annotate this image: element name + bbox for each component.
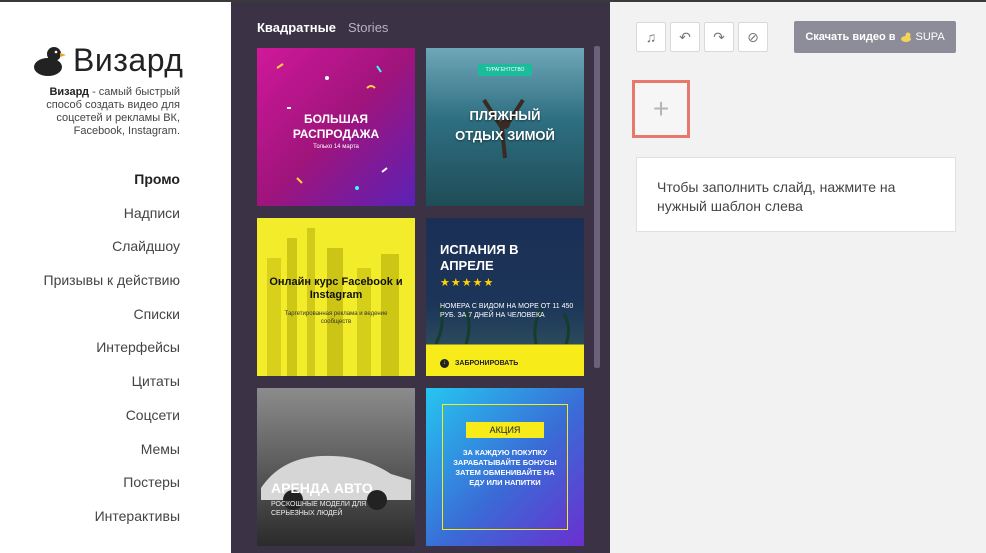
template-subtitle: Таргетированная реклама и ведение сообще… bbox=[284, 311, 388, 325]
menu-item-interfaces[interactable]: Интерфейсы bbox=[44, 336, 180, 370]
mute-icon: ⊘ bbox=[747, 28, 759, 45]
music-icon: ♫ bbox=[645, 29, 657, 45]
format-tabs: Квадратные Stories bbox=[257, 20, 388, 35]
menu-item-memes[interactable]: Мемы bbox=[44, 438, 180, 472]
template-subtitle: Роскошные модели для серьезных людей bbox=[271, 501, 367, 517]
template-cta: ↓ Забронировать bbox=[440, 359, 518, 368]
undo-icon: ↶ bbox=[679, 28, 691, 45]
template-subtitle: Номера с видом на море от 11 450 руб. за… bbox=[440, 303, 574, 319]
music-button[interactable]: ♫ bbox=[636, 22, 666, 52]
template-cta-label: Забронировать bbox=[455, 360, 519, 367]
template-title: Большая распродажа bbox=[292, 112, 380, 141]
arrow-down-icon: ↓ bbox=[440, 359, 449, 368]
hint-text: Чтобы заполнить слайд, нажмите на нужный… bbox=[657, 179, 896, 214]
empty-slide-hint: Чтобы заполнить слайд, нажмите на нужный… bbox=[636, 157, 956, 232]
tagline: Визард - самый быстрый способ создать ви… bbox=[30, 86, 180, 138]
duck-icon bbox=[34, 46, 66, 76]
logo[interactable]: Визард bbox=[31, 42, 183, 79]
template-title: Испания в апреле bbox=[440, 242, 519, 273]
redo-button[interactable]: ↷ bbox=[704, 22, 734, 52]
template-title: Аренда авто bbox=[271, 480, 373, 496]
template-card-spain[interactable]: Испания в апреле ★★★★★ Номера с видом на… bbox=[426, 218, 584, 376]
menu-item-quotes[interactable]: Цитаты bbox=[44, 370, 180, 404]
undo-button[interactable]: ↶ bbox=[670, 22, 700, 52]
redo-icon: ↷ bbox=[713, 28, 725, 45]
watermark-button[interactable]: ⊘ bbox=[738, 22, 768, 52]
sidebar: Визард Визард - самый быстрый способ соз… bbox=[0, 2, 231, 553]
car-illustration bbox=[261, 455, 411, 510]
template-subtitle: Только 14 марта bbox=[313, 144, 359, 150]
tab-square[interactable]: Квадратные bbox=[257, 20, 336, 35]
tagline-bold: Визард bbox=[49, 86, 90, 98]
templates-panel: Квадратные Stories Большая распродажа То… bbox=[231, 2, 610, 553]
template-title: За каждую покупку зарабатывайте бонусы з… bbox=[453, 448, 557, 487]
plus-icon: + bbox=[652, 93, 670, 124]
template-card-beach[interactable]: Турагентство Пляжный отдых зимой bbox=[426, 48, 584, 206]
menu-item-lists[interactable]: Списки bbox=[44, 303, 180, 337]
logo-text: Визард bbox=[73, 42, 184, 78]
template-badge: Акция bbox=[466, 422, 544, 438]
tab-stories[interactable]: Stories bbox=[348, 20, 388, 35]
menu-item-cta[interactable]: Призывы к действию bbox=[44, 269, 181, 303]
add-slide-button[interactable]: + bbox=[632, 80, 690, 138]
template-card-course[interactable]: Онлайн курс Facebook и Instagram Таргети… bbox=[257, 218, 415, 376]
category-menu: Промо Надписи Слайдшоу Призывы к действи… bbox=[44, 168, 181, 539]
templates-scrollbar[interactable] bbox=[594, 46, 600, 368]
download-brand: SUPA bbox=[915, 31, 945, 43]
template-card-action[interactable]: Акция За каждую покупку зарабатывайте бо… bbox=[426, 388, 584, 546]
template-title: Пляжный отдых зимой bbox=[455, 108, 555, 143]
download-label: Скачать видео в bbox=[805, 31, 896, 43]
menu-item-captions[interactable]: Надписи bbox=[44, 202, 180, 236]
download-video-button[interactable]: Скачать видео в SUPA bbox=[794, 21, 956, 53]
menu-item-slideshow[interactable]: Слайдшоу bbox=[44, 235, 180, 269]
menu-item-posters[interactable]: Постеры bbox=[44, 471, 180, 505]
supa-duck-icon bbox=[900, 32, 911, 42]
template-card-sale[interactable]: Большая распродажа Только 14 марта bbox=[257, 48, 415, 206]
rating-stars: ★★★★★ bbox=[440, 277, 495, 289]
template-card-car[interactable]: Аренда авто Роскошные модели для серьезн… bbox=[257, 388, 415, 546]
menu-item-promo[interactable]: Промо bbox=[44, 168, 180, 202]
menu-item-social[interactable]: Соцсети bbox=[44, 404, 180, 438]
menu-item-interactives[interactable]: Интерактивы bbox=[44, 505, 180, 539]
editor-area: ♫ ↶ ↷ ⊘ Скачать видео в SUPA + Чтобы зап… bbox=[610, 2, 986, 553]
template-title: Онлайн курс Facebook и Instagram bbox=[269, 276, 403, 301]
